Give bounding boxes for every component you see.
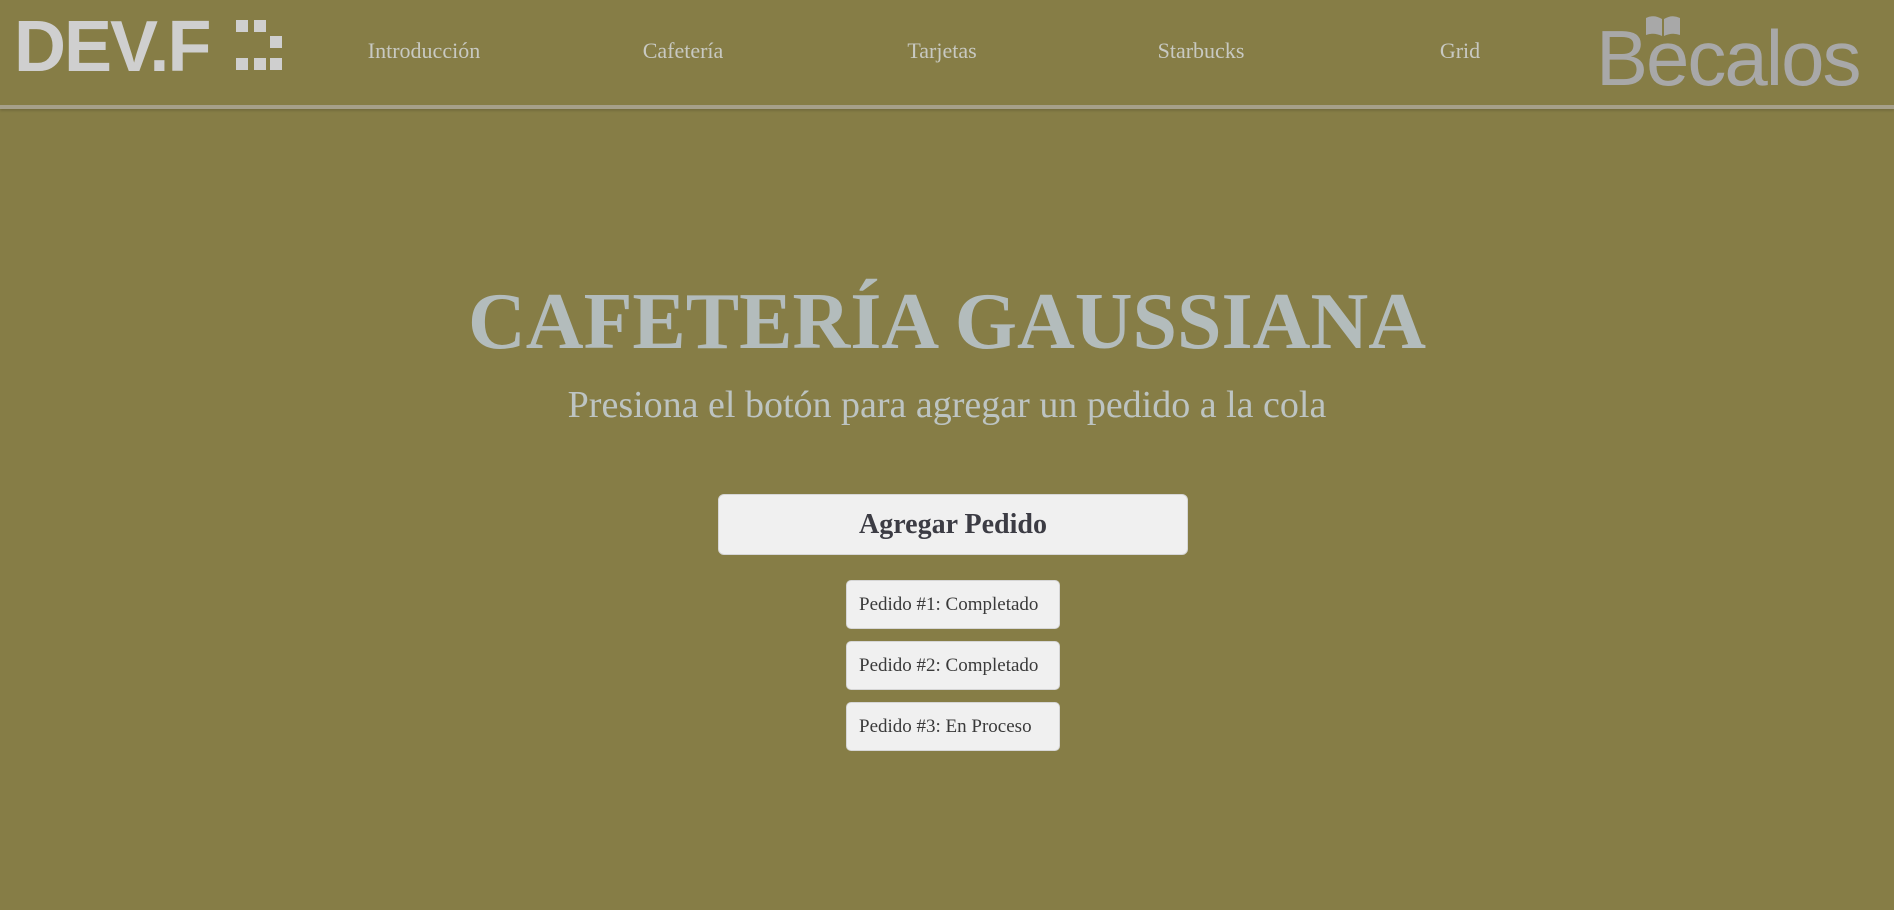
add-order-button[interactable]: Agregar Pedido bbox=[718, 494, 1188, 555]
page-subtitle: Presiona el botón para agregar un pedido… bbox=[567, 384, 1327, 426]
order-item: Pedido #2: Completado bbox=[846, 641, 1060, 690]
becalos-logo-text: Becalos bbox=[1596, 14, 1860, 90]
order-item: Pedido #3: En Proceso bbox=[846, 702, 1060, 751]
becalos-logo[interactable]: Becalos bbox=[1596, 10, 1874, 90]
nav-link-starbucks[interactable]: Starbucks bbox=[1158, 38, 1245, 64]
nav-link-introduccion[interactable]: Introducción bbox=[368, 38, 480, 64]
devf-logo[interactable]: DEV.F bbox=[14, 14, 282, 74]
nav-link-tarjetas[interactable]: Tarjetas bbox=[907, 38, 976, 64]
order-item: Pedido #1: Completado bbox=[846, 580, 1060, 629]
page-title: CAFETERÍA GAUSSIANA bbox=[468, 278, 1426, 366]
nav-link-grid[interactable]: Grid bbox=[1440, 38, 1480, 64]
navbar: DEV.F Introducción Cafetería Tarjetas St… bbox=[0, 0, 1894, 109]
order-queue-list: Pedido #1: Completado Pedido #2: Complet… bbox=[846, 580, 1060, 763]
devf-logo-text: DEV.F bbox=[14, 14, 209, 74]
nav-link-cafeteria[interactable]: Cafetería bbox=[643, 38, 724, 64]
